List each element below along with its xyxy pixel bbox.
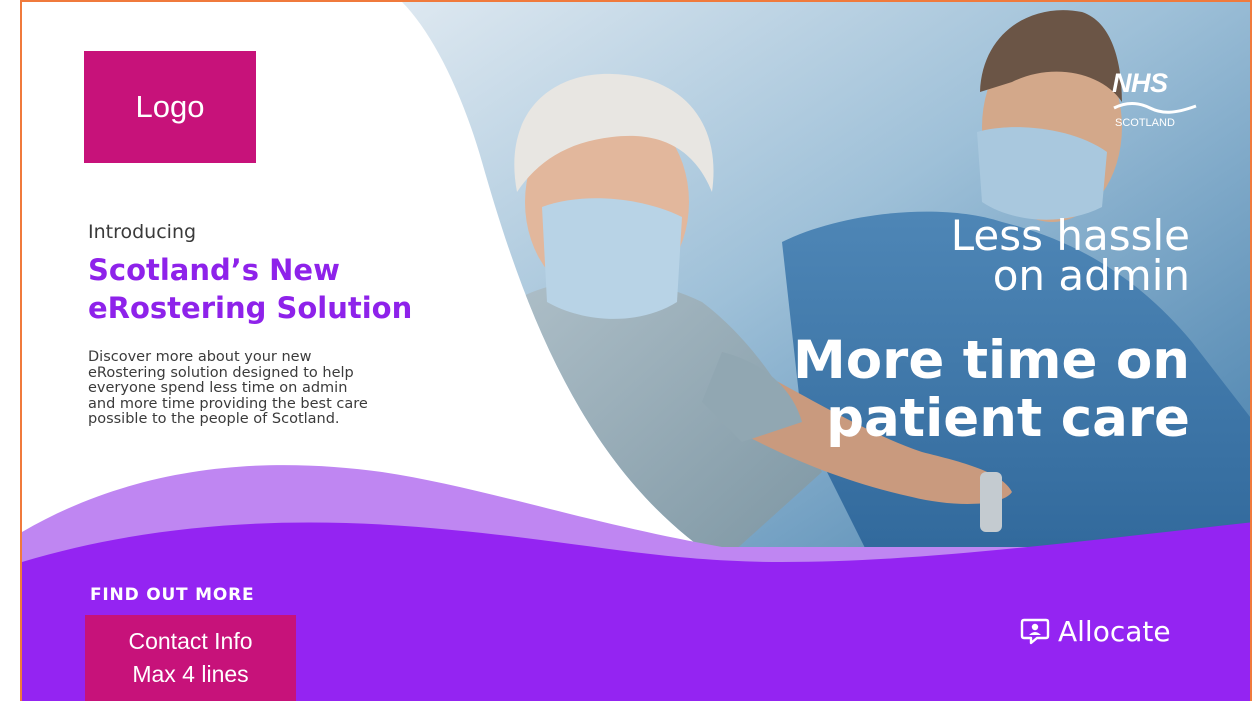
description-line: everyone spend less time on admin — [88, 380, 348, 396]
description-line: Discover more about your new — [88, 349, 312, 365]
description-line: and more time providing the best care — [88, 395, 368, 412]
nhs-word: NHS — [1112, 68, 1168, 98]
tagline-big-line: patient care — [826, 388, 1190, 449]
description-line: eRostering solution designed to help — [88, 364, 354, 381]
headline-line: Scotland’s New — [88, 253, 340, 287]
tagline-small-line: Less hassle — [950, 211, 1190, 260]
tagline-small-line: on admin — [992, 251, 1190, 300]
allocate-chat-icon — [1020, 618, 1050, 645]
contact-info-placeholder: Contact Info Max 4 lines — [85, 615, 296, 701]
contact-line: Contact Info — [128, 628, 253, 654]
allocate-brand-name: Allocate — [1058, 614, 1171, 648]
description-line: possible to the people of Scotland. — [88, 411, 340, 427]
headline: Scotland’s New eRostering Solution — [88, 251, 488, 327]
intro-text: Introducing — [88, 221, 197, 243]
description: Discover more about your new eRostering … — [88, 349, 428, 428]
tagline-small: Less hassle on admin — [950, 211, 1190, 300]
logo-placeholder: Logo — [84, 51, 256, 163]
nhs-wave-icon — [1113, 102, 1197, 114]
tagline-big: More time on patient care — [793, 332, 1190, 448]
contact-line: Max 4 lines — [132, 661, 249, 687]
banner-frame: Logo Introducing Scotland’s New eRosteri… — [20, 0, 1252, 701]
tagline-big-line: More time on — [793, 330, 1190, 391]
headline-line: eRostering Solution — [88, 291, 413, 325]
allocate-logo: Allocate — [1020, 614, 1171, 648]
find-out-more-heading: FIND OUT MORE — [90, 585, 255, 605]
nhs-scotland-logo: NHS SCOTLAND — [1108, 68, 1198, 134]
nhs-sub: SCOTLAND — [1115, 117, 1175, 129]
